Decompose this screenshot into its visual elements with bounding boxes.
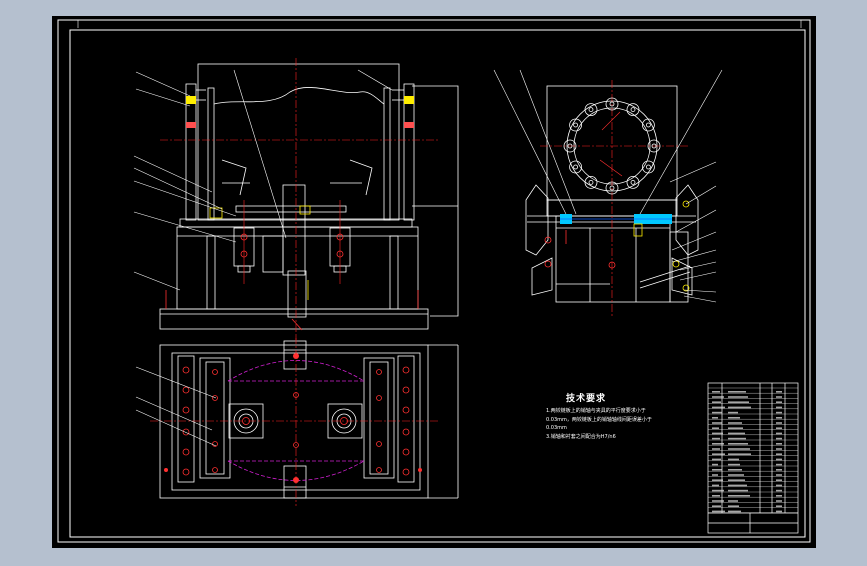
technical-requirements-title: 技术要求	[566, 394, 607, 404]
technical-requirement-line: 0.03mm，两铰链板上的销轴轴线间距误差小于	[546, 417, 652, 423]
technical-requirement-line: 3.销轴和衬套之间配合为H7/n6	[546, 434, 616, 440]
cad-viewport[interactable]: 技术要求 1.两铰链板上的销轴与夹具的平行度要求小于 0.03mm，两铰链板上的…	[0, 0, 867, 562]
assembly-drawing	[52, 16, 816, 548]
technical-requirement-line: 0.03mm	[546, 425, 567, 431]
technical-requirement-line: 1.两铰链板上的销轴与夹具的平行度要求小于	[546, 408, 646, 414]
